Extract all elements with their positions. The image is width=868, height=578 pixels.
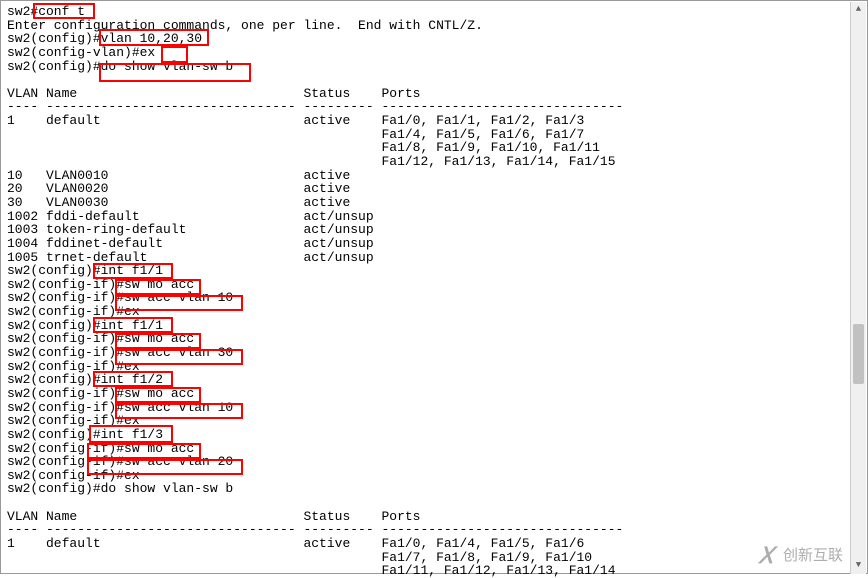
scrollbar-down-arrow[interactable]: ▼ [851,558,866,574]
watermark-text: 创新互联 [783,548,843,564]
scrollbar-thumb[interactable] [853,324,864,384]
terminal-output: sw2#conf t Enter configuration commands,… [7,5,861,578]
scrollbar-up-arrow[interactable]: ▲ [851,2,866,18]
scrollbar[interactable]: ▲ ▼ [850,2,866,574]
watermark: Ｘ 创新互联 [755,544,843,567]
watermark-logo-icon: Ｘ [754,544,778,567]
